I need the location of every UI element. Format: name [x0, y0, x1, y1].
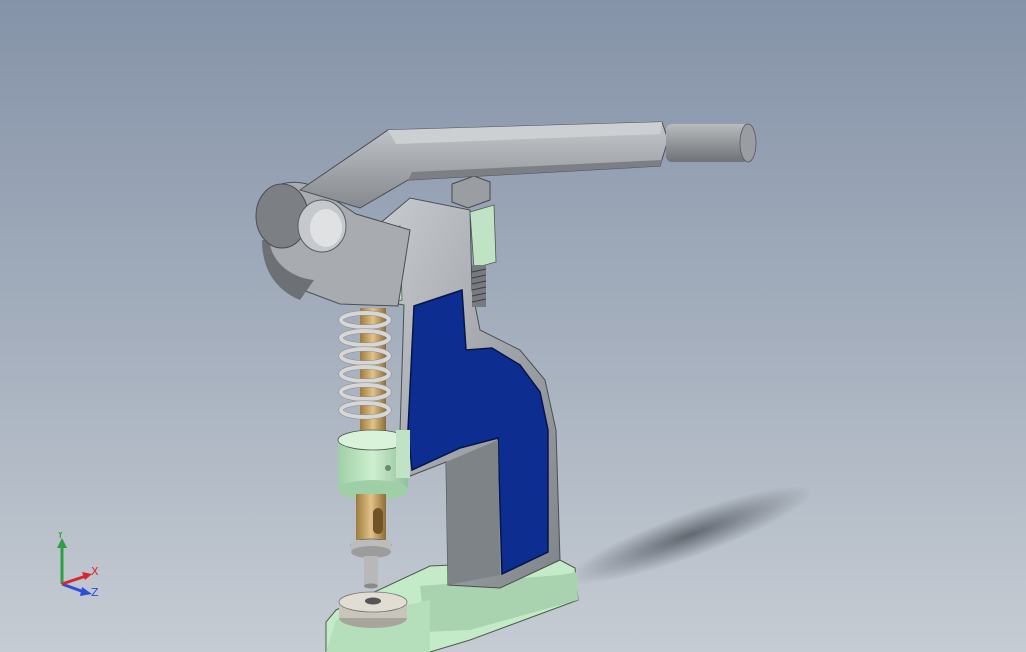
anvil-die[interactable] [338, 591, 408, 628]
press-model[interactable] [0, 0, 1026, 652]
orientation-triad[interactable]: Y X Z [48, 532, 108, 602]
return-spring[interactable] [338, 308, 392, 438]
y-axis-label: Y [56, 532, 64, 541]
handle-grip[interactable] [666, 123, 757, 163]
graphics-viewport[interactable]: Y X Z [0, 0, 1026, 652]
z-axis-line [61, 582, 85, 594]
guide-collar[interactable] [337, 429, 410, 500]
x-axis-line [61, 574, 87, 586]
plunger[interactable] [350, 494, 392, 589]
cast-shadow [567, 485, 813, 585]
x-axis-label: X [91, 565, 99, 578]
z-axis-label: Z [91, 586, 99, 599]
handle-hub[interactable] [255, 181, 411, 307]
